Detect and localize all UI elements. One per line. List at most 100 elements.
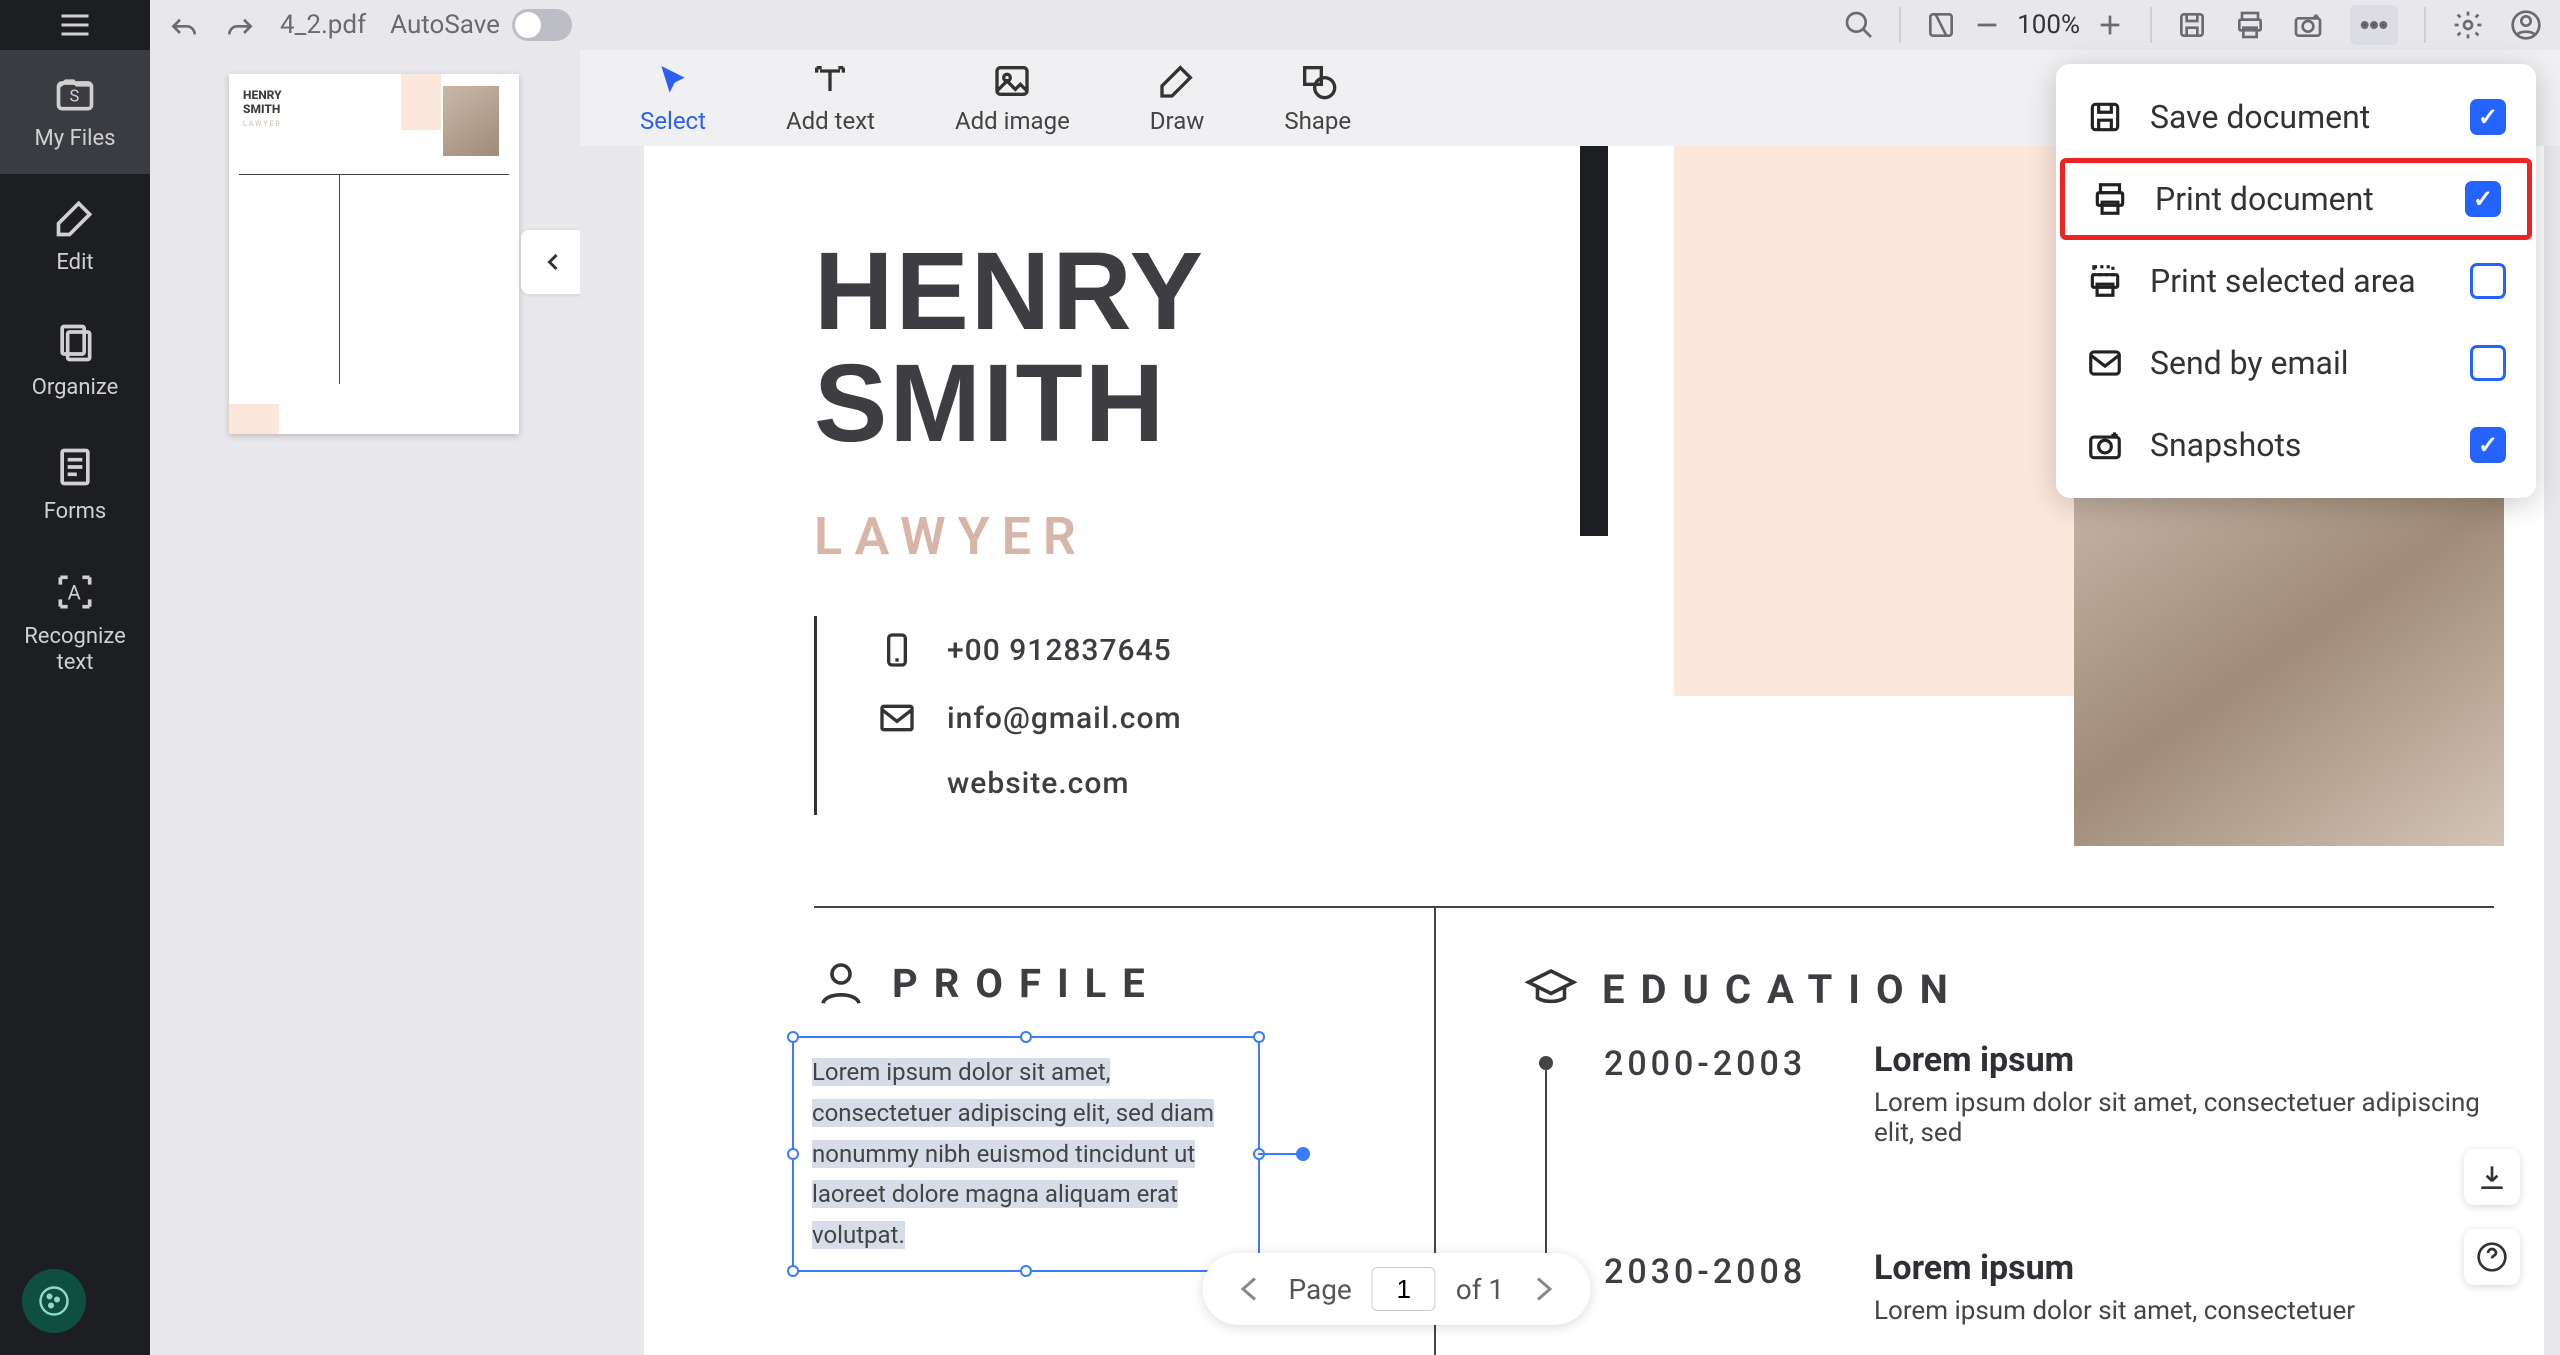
menu-print-selected-area[interactable]: Print selected area — [2056, 240, 2536, 322]
nav-organize-label: Organize — [32, 375, 119, 401]
profile-icon — [814, 956, 868, 1010]
tool-add-image[interactable]: Add image — [955, 61, 1070, 135]
decorative-bar — [1580, 146, 1608, 536]
page-thumbnail-1[interactable]: HENRYSMITH LAWYER — [229, 74, 519, 434]
menu-send-email[interactable]: Send by email — [2056, 322, 2536, 404]
selection-handle[interactable] — [1020, 1031, 1032, 1043]
print-icon — [2091, 180, 2129, 218]
education-heading-row: EDUCATION — [1524, 962, 1964, 1016]
menu-save-document[interactable]: Save document — [2056, 76, 2536, 158]
nav-edit[interactable]: Edit — [0, 174, 150, 298]
profile-text[interactable]: Lorem ipsum dolor sit amet, consectetuer… — [812, 1052, 1240, 1256]
education-title-2: Lorem ipsum — [1874, 1248, 2514, 1288]
contact-phone-value: +00 912837645 — [947, 633, 1172, 668]
contact-website: website.com — [877, 752, 1182, 815]
more-menu-popup: Save document Print document Print selec… — [2056, 64, 2536, 498]
selection-handle[interactable] — [1020, 1265, 1032, 1277]
camera-icon — [2086, 426, 2124, 464]
education-detail-2: Lorem ipsum Lorem ipsum dolor sit amet, … — [1874, 1248, 2514, 1326]
prev-page-icon[interactable] — [1232, 1271, 1268, 1307]
collapse-thumbnails-icon[interactable] — [521, 230, 585, 294]
cookie-settings-button[interactable] — [22, 1269, 86, 1333]
menu-snapshots-checkbox[interactable] — [2470, 427, 2506, 463]
svg-text:S: S — [70, 87, 80, 106]
nav-recognize-text[interactable]: A Recognize text — [0, 548, 150, 699]
settings-icon[interactable] — [2452, 9, 2484, 41]
tool-add-image-label: Add image — [955, 107, 1070, 135]
zoom-level: 100% — [2017, 10, 2080, 40]
print-area-icon — [2086, 262, 2124, 300]
timeline-dot — [1539, 1056, 1553, 1070]
nav-my-files[interactable]: S My Files — [0, 50, 150, 174]
tool-shape[interactable]: Shape — [1284, 61, 1351, 135]
help-button[interactable] — [2464, 1229, 2520, 1285]
page-navigator: Page of 1 — [1202, 1253, 1590, 1325]
menu-print-document[interactable]: Print document — [2060, 158, 2532, 240]
menu-save-label: Save document — [2150, 98, 2370, 136]
tool-add-text[interactable]: Add text — [786, 61, 875, 135]
zoom-in-icon[interactable] — [2094, 9, 2126, 41]
education-years-1: 2000-2003 — [1604, 1044, 1806, 1084]
save-icon[interactable] — [2176, 9, 2208, 41]
resume-job-title: LAWYER — [814, 506, 1088, 567]
resume-name-line2: SMITH — [814, 348, 1205, 460]
email-icon — [877, 698, 917, 738]
education-icon — [1524, 962, 1578, 1016]
tool-select-label: Select — [640, 107, 706, 135]
contact-email: info@gmail.com — [877, 684, 1182, 752]
print-icon[interactable] — [2234, 9, 2266, 41]
rotation-handle[interactable] — [1296, 1147, 1310, 1161]
nav-organize[interactable]: Organize — [0, 299, 150, 423]
fit-page-icon[interactable] — [1925, 9, 1957, 41]
contact-website-value: website.com — [947, 766, 1130, 801]
tool-draw[interactable]: Draw — [1150, 61, 1205, 135]
page-number-input[interactable] — [1372, 1267, 1436, 1311]
download-button[interactable] — [2464, 1149, 2520, 1205]
tool-draw-label: Draw — [1150, 107, 1205, 135]
more-menu-icon[interactable] — [2350, 5, 2398, 45]
autosave-toggle[interactable]: AutoSave — [390, 9, 572, 41]
search-icon[interactable] — [1843, 9, 1875, 41]
education-desc-2: Lorem ipsum dolor sit amet, consectetuer — [1874, 1296, 2514, 1326]
education-item-2: 2030-2008 — [1604, 1252, 1806, 1292]
autosave-switch[interactable] — [512, 9, 572, 41]
next-page-icon[interactable] — [1524, 1271, 1560, 1307]
svg-text:A: A — [68, 580, 81, 604]
account-icon[interactable] — [2510, 9, 2542, 41]
selected-text-box[interactable]: Lorem ipsum dolor sit amet, consectetuer… — [792, 1036, 1260, 1272]
menu-email-checkbox[interactable] — [2470, 345, 2506, 381]
profile-heading-row: PROFILE — [814, 956, 1161, 1010]
education-heading: EDUCATION — [1602, 966, 1964, 1013]
redo-icon[interactable] — [224, 9, 256, 41]
hamburger-menu-icon[interactable] — [0, 0, 150, 50]
menu-save-checkbox[interactable] — [2470, 99, 2506, 135]
menu-print-checkbox[interactable] — [2465, 181, 2501, 217]
nav-forms[interactable]: Forms — [0, 423, 150, 547]
menu-print-area-checkbox[interactable] — [2470, 263, 2506, 299]
document-filename: 4_2.pdf — [280, 10, 366, 40]
phone-icon — [877, 630, 917, 670]
selection-handle[interactable] — [1253, 1031, 1265, 1043]
tool-select[interactable]: Select — [640, 61, 706, 135]
education-years-2: 2030-2008 — [1604, 1252, 1806, 1292]
selection-handle[interactable] — [787, 1148, 799, 1160]
selection-handle[interactable] — [787, 1031, 799, 1043]
undo-icon[interactable] — [168, 9, 200, 41]
zoom-out-icon[interactable] — [1971, 9, 2003, 41]
resume-name: HENRY SMITH — [814, 236, 1205, 460]
contact-block: +00 912837645 info@gmail.com website.com — [814, 616, 1182, 815]
menu-print-area-label: Print selected area — [2150, 262, 2416, 300]
page-label: Page — [1288, 1273, 1351, 1306]
menu-snapshots[interactable]: Snapshots — [2056, 404, 2536, 486]
menu-print-label: Print document — [2155, 180, 2374, 218]
resume-name-line1: HENRY — [814, 236, 1205, 348]
profile-heading: PROFILE — [892, 960, 1161, 1007]
snapshot-icon[interactable] — [2292, 9, 2324, 41]
education-item-1: 2000-2003 — [1604, 1044, 1806, 1084]
rotation-line — [1258, 1153, 1298, 1155]
menu-snapshots-label: Snapshots — [2150, 426, 2301, 464]
education-desc-1: Lorem ipsum dolor sit amet, consectetuer… — [1874, 1088, 2514, 1148]
nav-recognize-text-label: Recognize text — [24, 624, 126, 677]
timeline-line — [1545, 1070, 1547, 1270]
selection-handle[interactable] — [787, 1265, 799, 1277]
